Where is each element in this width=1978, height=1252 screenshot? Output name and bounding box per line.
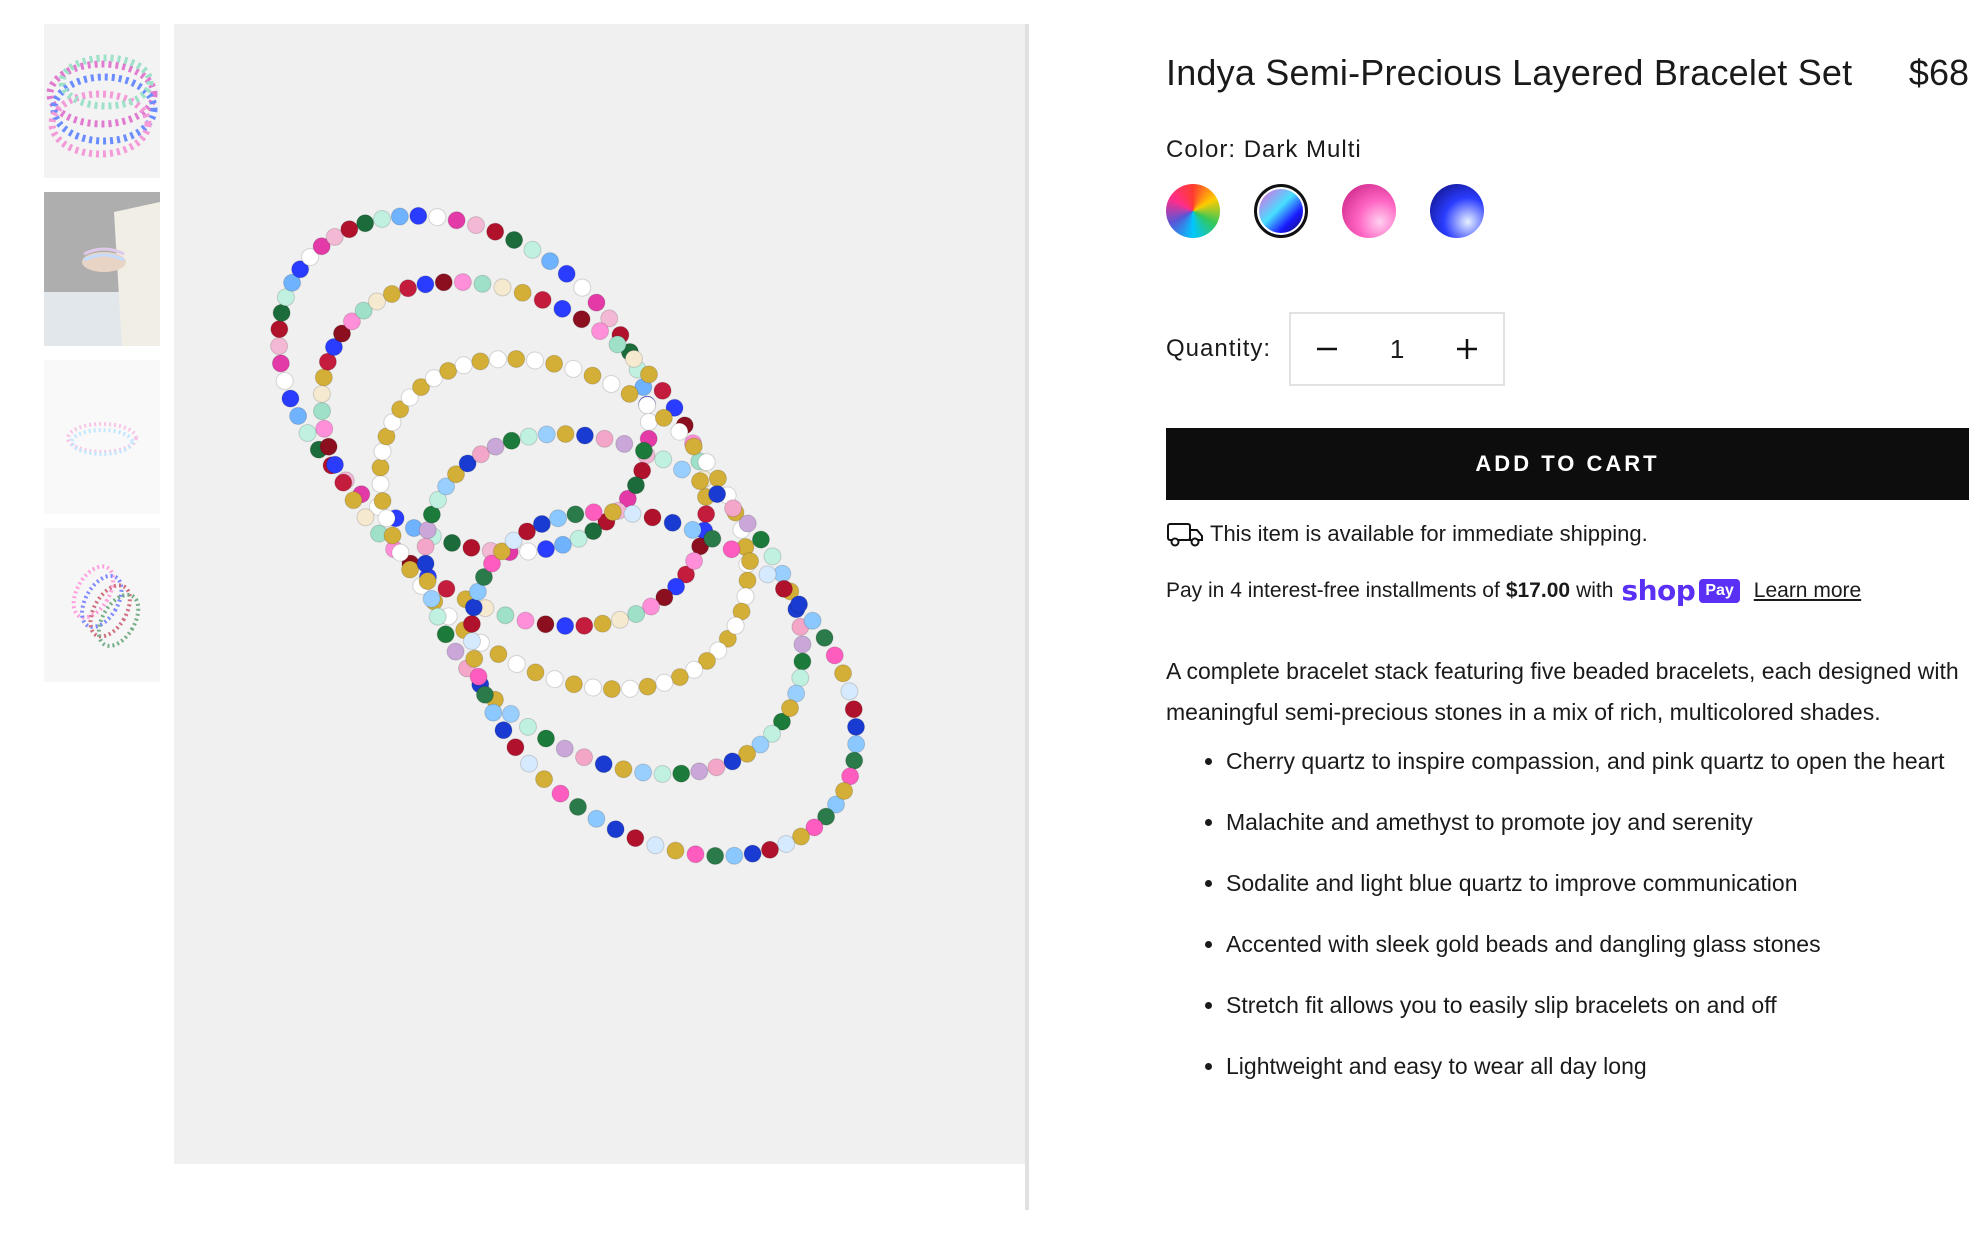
title-row: Indya Semi-Precious Layered Bracelet Set… bbox=[1166, 52, 1969, 94]
product-price: $68 bbox=[1908, 52, 1969, 93]
thumbnail-list bbox=[44, 24, 160, 696]
feature-item: Stretch fit allows you to easily slip br… bbox=[1226, 985, 1969, 1026]
thumbnail-2[interactable] bbox=[44, 192, 160, 346]
thumbnail-1[interactable] bbox=[44, 24, 160, 178]
learn-more-link[interactable]: Learn more bbox=[1754, 579, 1861, 603]
image-divider bbox=[1025, 24, 1029, 1210]
thumbnail-image-4 bbox=[44, 528, 160, 682]
increase-quantity-button[interactable] bbox=[1449, 331, 1485, 367]
plus-icon bbox=[1457, 339, 1478, 359]
minus-icon bbox=[1317, 347, 1338, 351]
thumbnail-image-3 bbox=[44, 360, 160, 514]
quantity-stepper: 1 bbox=[1289, 312, 1506, 386]
bracelet bbox=[270, 206, 658, 562]
bracelet-set-image bbox=[270, 206, 866, 865]
feature-item: Lightweight and easy to wear all day lon… bbox=[1226, 1046, 1969, 1087]
thumbnail-3[interactable] bbox=[44, 360, 160, 514]
thumbnail-image-1 bbox=[44, 24, 160, 178]
feature-item: Cherry quartz to inspire compassion, and… bbox=[1226, 741, 1969, 782]
installments-prefix: Pay in 4 interest-free installments of bbox=[1166, 578, 1500, 602]
shipping-notice: This item is available for immediate shi… bbox=[1166, 520, 1969, 548]
thumbnail-4[interactable] bbox=[44, 528, 160, 682]
color-swatches bbox=[1166, 184, 1969, 238]
truck-icon bbox=[1167, 523, 1203, 547]
shop-pay-badge: Pay bbox=[1699, 578, 1740, 603]
color-label: Color: Dark Multi bbox=[1166, 136, 1362, 163]
shipping-text: This item is available for immediate shi… bbox=[1210, 521, 1648, 546]
installments-notice: Pay in 4 interest-free installments of $… bbox=[1166, 574, 1969, 607]
swatch-dark-multi[interactable] bbox=[1254, 184, 1308, 238]
product-description: A complete bracelet stack featuring five… bbox=[1166, 658, 1959, 725]
quantity-row: Quantity: 1 bbox=[1166, 312, 1969, 386]
feature-item: Malachite and amethyst to promote joy an… bbox=[1226, 802, 1969, 843]
installments-amount: $17.00 bbox=[1505, 578, 1571, 602]
add-to-cart-button[interactable]: ADD TO CART bbox=[1166, 428, 1969, 500]
quantity-label: Quantity: bbox=[1166, 335, 1272, 362]
product-title: Indya Semi-Precious Layered Bracelet Set bbox=[1166, 52, 1853, 93]
swatch-multi[interactable] bbox=[1166, 184, 1220, 238]
swatch-blue[interactable] bbox=[1430, 184, 1484, 238]
installments-suffix: with bbox=[1576, 578, 1614, 602]
feature-item: Sodalite and light blue quartz to improv… bbox=[1226, 863, 1969, 904]
feature-item: Accented with sleek gold beads and dangl… bbox=[1226, 924, 1969, 965]
feature-list: Cherry quartz to inspire compassion, and… bbox=[1166, 741, 1969, 1087]
quantity-input[interactable]: 1 bbox=[1367, 334, 1427, 365]
thumbnail-image-2 bbox=[44, 192, 160, 346]
shop-pay-logo: shop bbox=[1621, 574, 1696, 607]
decrease-quantity-button[interactable] bbox=[1309, 331, 1345, 367]
swatch-pink[interactable] bbox=[1342, 184, 1396, 238]
product-info: Indya Semi-Precious Layered Bracelet Set… bbox=[1166, 52, 1969, 1107]
main-product-image[interactable] bbox=[174, 24, 1026, 1164]
